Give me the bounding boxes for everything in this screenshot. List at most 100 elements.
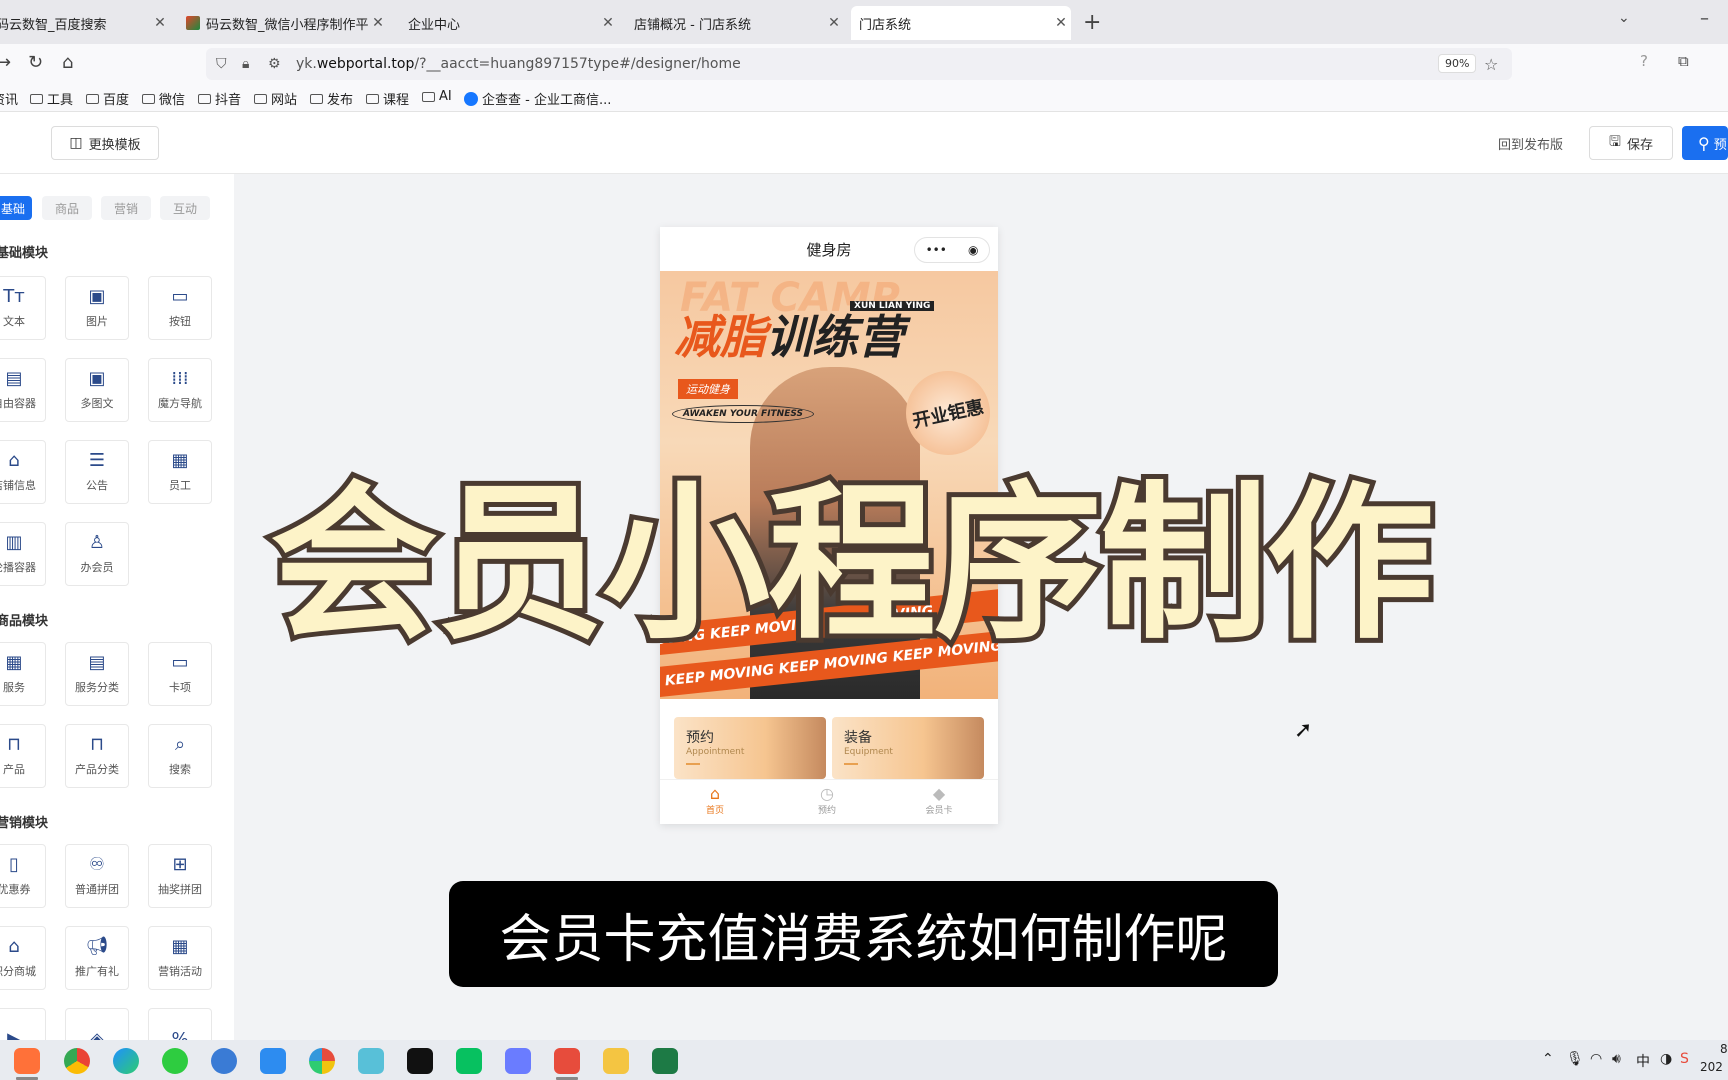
tab-enterprise-center[interactable]: 企业中心 ✕ [400, 6, 618, 40]
microphone-icon[interactable]: 🎙︎ [1566, 1051, 1584, 1067]
save-button[interactable]: 🖫︎ 保存 [1589, 126, 1673, 160]
clock-date[interactable]: 202 [1700, 1060, 1723, 1074]
browser-360-icon[interactable] [162, 1048, 188, 1074]
tab-marketing[interactable]: 营销 [101, 196, 151, 220]
excel-icon[interactable] [652, 1048, 678, 1074]
module-service[interactable]: ▦ 服务 [0, 642, 46, 706]
tab-interaction[interactable]: 互动 [160, 196, 210, 220]
q-app-icon[interactable] [260, 1048, 286, 1074]
close-icon[interactable]: ✕ [598, 15, 618, 31]
chevron-down-icon[interactable]: ⌄ [1618, 10, 1630, 26]
module-staff[interactable]: ▦ 员工 [148, 440, 212, 504]
module-marketing-activity[interactable]: ▦ 营销活动 [148, 926, 212, 990]
module-coupon[interactable]: ▯ 优惠券 [0, 844, 46, 908]
tab-appointment[interactable]: ◷ 预约 [792, 784, 862, 816]
module-notice[interactable]: ☰ 公告 [65, 440, 129, 504]
module-button[interactable]: ▭ 按钮 [148, 276, 212, 340]
module-referral-gift[interactable]: 📢︎ 推广有礼 [65, 926, 129, 990]
module-store-info[interactable]: ⌂ 店铺信息 [0, 440, 46, 504]
bookmark-folder[interactable]: 微信 [142, 89, 185, 108]
tab-baidu-search[interactable]: 码云数智_百度搜索 ✕ [0, 6, 170, 40]
reload-icon[interactable]: ↻ [28, 52, 43, 73]
close-target-icon[interactable]: ◉ [968, 243, 978, 257]
module-group-buy[interactable]: ♾ 普通拼团 [65, 844, 129, 908]
module-multi-image-text[interactable]: ▣ 多图文 [65, 358, 129, 422]
more-icon[interactable]: ••• [926, 243, 947, 257]
help-icon[interactable]: ? [1640, 52, 1648, 70]
bookmark-item[interactable]: 资讯 [0, 89, 18, 108]
tab-member-card[interactable]: ◆ 会员卡 [904, 784, 974, 816]
volume-icon[interactable]: 🔊︎ [1612, 1051, 1621, 1067]
qq-icon[interactable] [407, 1048, 433, 1074]
appointment-card[interactable]: 预约 Appointment [674, 717, 826, 779]
forward-icon[interactable]: → [0, 52, 11, 73]
capsule-menu[interactable]: ••• ◉ [914, 237, 990, 263]
video-editor-icon[interactable] [554, 1048, 580, 1074]
star-icon[interactable]: ☆ [1484, 55, 1498, 74]
module-search[interactable]: ⌕ 搜索 [148, 724, 212, 788]
module-video[interactable]: ▶ [0, 1008, 46, 1040]
tab-basic[interactable]: 基础 [0, 196, 32, 220]
close-icon[interactable]: ✕ [824, 15, 844, 31]
clock-time[interactable]: 8 [1720, 1042, 1728, 1056]
gear-app-icon[interactable] [358, 1048, 384, 1074]
module-carousel-container[interactable]: ▥ 轮播容器 [0, 522, 46, 586]
wechat-icon[interactable] [456, 1048, 482, 1074]
crop-icon[interactable]: ⧉ [1678, 52, 1689, 70]
module-text[interactable]: Tт 文本 [0, 276, 46, 340]
firefox-icon[interactable] [14, 1048, 40, 1074]
equipment-card[interactable]: 装备 Equipment [832, 717, 984, 779]
photos-icon[interactable] [309, 1048, 335, 1074]
module-cube-nav[interactable]: ⁞⁞⁞ 魔方导航 [148, 358, 212, 422]
notes-icon[interactable] [505, 1048, 531, 1074]
module-card-item[interactable]: ▭ 卡项 [148, 642, 212, 706]
back-to-published-link[interactable]: 回到发布版 [1498, 134, 1563, 153]
module-free-container[interactable]: ▤ 自由容器 [0, 358, 46, 422]
preview-button[interactable]: ⚲ 预 [1682, 126, 1728, 160]
ime-indicator[interactable]: 中 [1636, 1051, 1650, 1071]
sogou-ime-icon[interactable]: S [1680, 1051, 1689, 1067]
bookmark-item[interactable]: 企查查 - 企业工商信... [464, 89, 611, 108]
shield-icon[interactable]: ⛉ [216, 56, 227, 72]
url-text[interactable]: yk.webportal.top/?__aacct=huang897157typ… [296, 56, 741, 72]
lock-icon[interactable]: 🔒︎ [242, 56, 249, 72]
edge-icon[interactable] [113, 1048, 139, 1074]
module-lottery-group[interactable]: ⊞ 抽奖拼团 [148, 844, 212, 908]
ime-mode-icon[interactable]: ◑ [1660, 1051, 1672, 1067]
new-tab-icon[interactable]: + [1083, 10, 1101, 35]
bookmark-folder[interactable]: 抖音 [198, 89, 241, 108]
sogou-icon[interactable] [211, 1048, 237, 1074]
tab-store-system[interactable]: 门店系统 ✕ [851, 6, 1071, 40]
module-product-category[interactable]: ⊓ 产品分类 [65, 724, 129, 788]
module-image[interactable]: ▣ 图片 [65, 276, 129, 340]
module-price-tag[interactable]: ◈ [65, 1008, 129, 1040]
change-template-button[interactable]: ◫ 更换模板 [51, 126, 159, 160]
zoom-level[interactable]: 90% [1438, 54, 1477, 73]
network-icon[interactable]: ◠ [1590, 1051, 1602, 1067]
module-discount[interactable]: % [148, 1008, 212, 1040]
bookmark-folder[interactable]: 课程 [366, 89, 409, 108]
bookmark-folder[interactable]: 网站 [254, 89, 297, 108]
file-explorer-icon[interactable] [603, 1048, 629, 1074]
site-settings-icon[interactable]: ⚙ [268, 56, 281, 72]
tab-store-overview[interactable]: 店铺概况 - 门店系统 ✕ [626, 6, 844, 40]
module-service-category[interactable]: ▤ 服务分类 [65, 642, 129, 706]
bookmark-folder[interactable]: 发布 [310, 89, 353, 108]
chevron-up-icon[interactable]: ⌃ [1542, 1051, 1554, 1067]
chrome-icon[interactable] [64, 1048, 90, 1074]
bookmark-folder[interactable]: 百度 [86, 89, 129, 108]
module-membership[interactable]: ♙ 办会员 [65, 522, 129, 586]
minimize-icon[interactable]: – [1700, 8, 1709, 29]
close-icon[interactable]: ✕ [150, 15, 170, 31]
tab-goods[interactable]: 商品 [42, 196, 92, 220]
bookmark-folder[interactable]: 工具 [30, 89, 73, 108]
bookmark-folder[interactable]: AI [422, 89, 452, 104]
module-product[interactable]: ⊓ 产品 [0, 724, 46, 788]
close-icon[interactable]: ✕ [1051, 15, 1071, 31]
tab-miniprogram-platform[interactable]: 码云数智_微信小程序制作平台_ ✕ [178, 6, 388, 40]
tab-home[interactable]: ⌂ 首页 [680, 784, 750, 816]
home-icon[interactable]: ⌂ [62, 52, 73, 73]
module-points-mall[interactable]: ⌂ 积分商城 [0, 926, 46, 990]
close-icon[interactable]: ✕ [368, 15, 388, 31]
address-bar[interactable]: ⛉ 🔒︎ ⚙ yk.webportal.top/?__aacct=huang89… [206, 48, 1512, 80]
